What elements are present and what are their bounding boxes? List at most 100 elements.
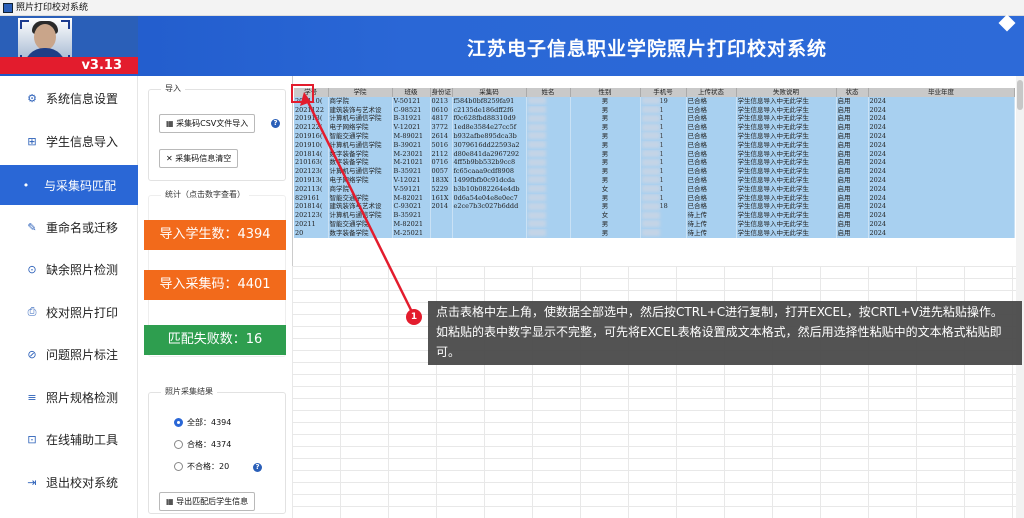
table-cell[interactable]: 电子网络学院	[328, 123, 393, 132]
table-cell[interactable]: B-35921	[392, 167, 431, 176]
table-cell[interactable]: 已合格	[686, 140, 737, 150]
table-cell[interactable]: 已合格	[686, 123, 737, 132]
table-cell[interactable]: 女	[570, 211, 641, 220]
table-cell[interactable]	[526, 149, 571, 159]
table-cell[interactable]: 2024	[868, 123, 1015, 132]
table-cell[interactable]	[526, 184, 571, 194]
table-cell[interactable]: 829161	[294, 193, 329, 203]
table-cell[interactable]: 183X	[430, 175, 453, 185]
table-cell[interactable]	[640, 211, 687, 220]
table-row[interactable]: 201913(电子网络学院 V-12021 183X 1499fbfb0c91dcda…	[294, 175, 1015, 185]
table-cell[interactable]: 2024	[868, 202, 1015, 212]
table-cell[interactable]: 0d6a54e04e8e0ec7	[452, 193, 527, 203]
vertical-scrollbar[interactable]	[1016, 76, 1024, 518]
table-cell[interactable]: 0716	[430, 158, 453, 168]
table-cell[interactable]: 学生信息导入中无此学生	[736, 184, 837, 194]
column-header[interactable]: 身份证	[430, 88, 453, 97]
table-cell[interactable]: 201814(	[294, 149, 329, 159]
table-cell[interactable]: C-93021	[392, 202, 431, 212]
table-cell[interactable]	[526, 167, 571, 176]
table-cell[interactable]: 4817	[430, 114, 453, 124]
table-cell[interactable]: 启用	[836, 228, 869, 238]
data-table[interactable]: 学号 学院 班级 身份证 采集码 姓名 性别 手机号 上传状态 失败说明 状态 毕业年度 202110…	[294, 88, 1015, 238]
table-cell[interactable]: 商学院	[328, 96, 393, 106]
table-cell[interactable]: 1	[640, 123, 687, 132]
table-cell[interactable]: 18	[640, 202, 687, 212]
table-cell[interactable]: 202123(	[294, 167, 329, 176]
table-cell[interactable]: 启用	[836, 211, 869, 220]
table-cell[interactable]: 学生信息导入中无此学生	[736, 96, 837, 106]
sidebar-item-missing-photos[interactable]: ⊙ 缺余照片检测	[0, 249, 138, 289]
table-cell[interactable]: 20	[294, 228, 329, 238]
table-cell[interactable]: 数字装备学院	[328, 158, 393, 168]
table-cell[interactable]: 男	[570, 175, 641, 185]
table-cell[interactable]: 2024	[868, 140, 1015, 150]
table-cell[interactable]: 男	[570, 140, 641, 150]
sidebar-item-problem-photos[interactable]: ⊘ 问题照片标注	[0, 334, 138, 374]
table-cell[interactable]: 学生信息导入中无此学生	[736, 211, 837, 220]
column-header[interactable]: 性别	[570, 88, 641, 97]
table-cell[interactable]: 2021122	[294, 105, 329, 115]
table-cell[interactable]: 1	[640, 140, 687, 150]
table-cell[interactable]: 智能交通学院	[328, 131, 393, 141]
table-row[interactable]: 201910(计算机与通信学院 B-39021 5016 3079616dd22593…	[294, 140, 1015, 150]
table-cell[interactable]	[526, 219, 571, 229]
table-cell[interactable]: 启用	[836, 114, 869, 124]
sidebar-item-student-import[interactable]: ⊞ 学生信息导入	[0, 121, 138, 161]
table-cell[interactable]: 启用	[836, 149, 869, 159]
export-button[interactable]: ▦ 导出匹配后学生信息	[159, 492, 256, 511]
table-cell[interactable]: 2024	[868, 167, 1015, 176]
table-row[interactable]: 20 数字装备学院 M-25021 男 待上传 学生信息导入中无此学生 启用 2024	[294, 228, 1015, 238]
table-cell[interactable]	[430, 228, 453, 238]
table-cell[interactable]: M-82021	[392, 219, 431, 229]
table-cell[interactable]: 2024	[868, 175, 1015, 185]
table-cell[interactable]: C-98521	[392, 105, 431, 115]
table-cell[interactable]: 启用	[836, 131, 869, 141]
table-cell[interactable]: 启用	[836, 167, 869, 176]
sidebar-item-code-match[interactable]: • 与采集码匹配	[0, 165, 138, 205]
table-cell[interactable]: 学生信息导入中无此学生	[736, 123, 837, 132]
table-row[interactable]: 202123(计算机与通信学院 B-35921 0057 fc65caaa9cdf89…	[294, 167, 1015, 176]
table-cell[interactable]: M-21021	[392, 158, 431, 168]
table-cell[interactable]: f584b0bf8259fa91	[452, 96, 527, 106]
table-cell[interactable]: 2024	[868, 184, 1015, 194]
table-cell[interactable]: V-12021	[392, 123, 431, 132]
table-cell[interactable]: d80e841da2967292	[452, 149, 527, 159]
table-cell[interactable]	[526, 105, 571, 115]
table-cell[interactable]: 1	[640, 149, 687, 159]
stat-students-imported[interactable]: 导入学生数：4394	[144, 220, 286, 250]
table-cell[interactable]: 1	[640, 167, 687, 176]
table-cell[interactable]: 学生信息导入中无此学生	[736, 114, 837, 124]
stat-match-failed[interactable]: 匹配失败数：16	[144, 325, 286, 355]
table-cell[interactable]: 男	[570, 158, 641, 168]
table-cell[interactable]: e2ce7b3c027b6ddd	[452, 202, 527, 212]
column-header[interactable]: 姓名	[526, 88, 571, 97]
table-cell[interactable]: 启用	[836, 219, 869, 229]
table-cell[interactable]: 待上传	[686, 228, 737, 238]
table-cell[interactable]: f0c628fbd88310d9	[452, 114, 527, 124]
table-cell[interactable]: 已合格	[686, 131, 737, 141]
table-cell[interactable]: 已合格	[686, 149, 737, 159]
table-cell[interactable]: 启用	[836, 140, 869, 150]
table-cell[interactable]: 学生信息导入中无此学生	[736, 202, 837, 212]
table-cell[interactable]: 智能交通学院	[328, 193, 393, 203]
column-header[interactable]: 上传状态	[686, 88, 737, 97]
table-cell[interactable]: 4ff5b9bb532b9cc8	[452, 158, 527, 168]
table-cell[interactable]: 待上传	[686, 219, 737, 229]
table-cell[interactable]: 202122(	[294, 123, 329, 132]
table-cell[interactable]: 启用	[836, 175, 869, 185]
table-cell[interactable]: 男	[570, 167, 641, 176]
table-cell[interactable]: 启用	[836, 105, 869, 115]
table-cell[interactable]: 1	[640, 158, 687, 168]
table-cell[interactable]: 201910(	[294, 140, 329, 150]
table-cell[interactable]: V-12021	[392, 175, 431, 185]
table-cell[interactable]: 启用	[836, 184, 869, 194]
table-cell[interactable]	[526, 158, 571, 168]
table-cell[interactable]: M-89021	[392, 131, 431, 141]
sidebar-item-rename[interactable]: ✎ 重命名或迁移	[0, 207, 138, 247]
sidebar-item-exit[interactable]: ⇥ 退出校对系统	[0, 462, 138, 502]
table-cell[interactable]: 2112	[430, 149, 453, 159]
table-cell[interactable]: 启用	[836, 158, 869, 168]
table-cell[interactable]: 建筑装饰与艺术设	[328, 105, 393, 115]
table-cell[interactable]: 3079616dd22593a2	[452, 140, 527, 150]
